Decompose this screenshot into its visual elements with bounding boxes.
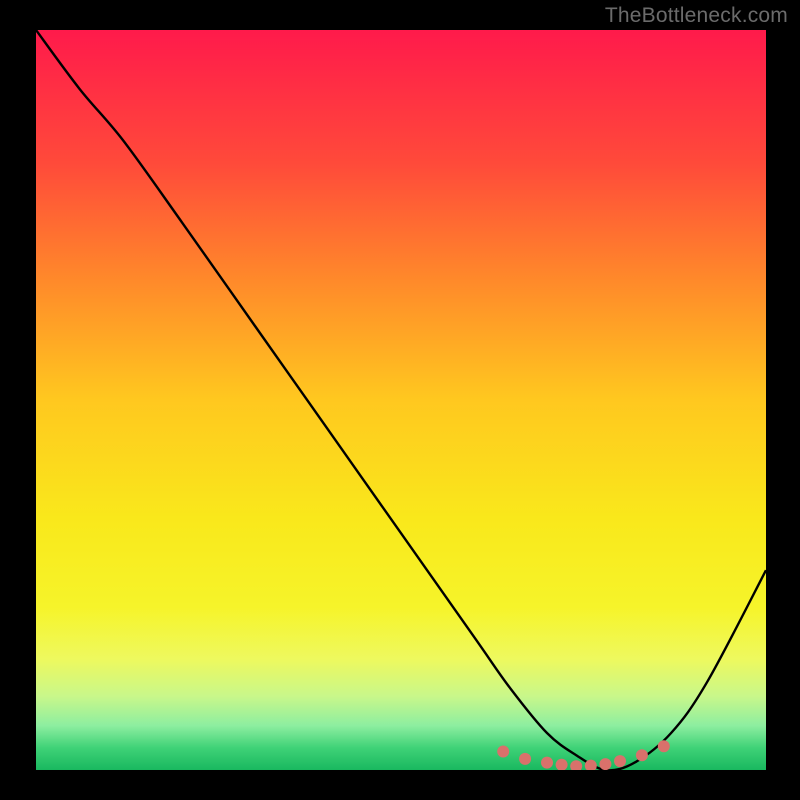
trough-dot bbox=[599, 758, 611, 770]
bottleneck-curve-path bbox=[36, 30, 766, 770]
watermark-text: TheBottleneck.com bbox=[605, 4, 788, 28]
trough-dot bbox=[556, 759, 568, 770]
trough-dot bbox=[636, 749, 648, 761]
trough-dot bbox=[519, 753, 531, 765]
trough-dot bbox=[541, 757, 553, 769]
trough-dot bbox=[658, 740, 670, 752]
trough-dot bbox=[497, 746, 509, 758]
trough-dot bbox=[614, 755, 626, 767]
trough-dot bbox=[570, 760, 582, 770]
trough-dots-group bbox=[497, 740, 670, 770]
chart-frame: TheBottleneck.com bbox=[0, 0, 800, 800]
bottleneck-curve-svg bbox=[36, 30, 766, 770]
